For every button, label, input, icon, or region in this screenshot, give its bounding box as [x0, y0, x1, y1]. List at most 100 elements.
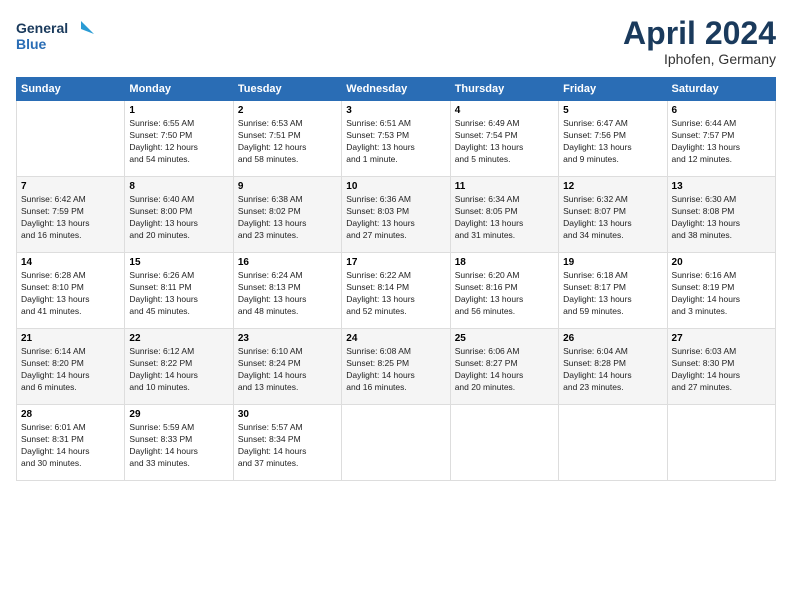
week-row-3: 14 Sunrise: 6:28 AM Sunset: 8:10 PM Dayli…	[17, 253, 776, 329]
day-info: Sunrise: 6:55 AM Sunset: 7:50 PM Dayligh…	[129, 118, 228, 166]
day-number: 10	[346, 181, 445, 192]
day-info: Sunrise: 6:40 AM Sunset: 8:00 PM Dayligh…	[129, 194, 228, 242]
day-info: Sunrise: 6:51 AM Sunset: 7:53 PM Dayligh…	[346, 118, 445, 166]
calendar-cell: 9Sunrise: 6:38 AM Sunset: 8:02 PM Daylig…	[233, 177, 341, 253]
calendar-cell: 27Sunrise: 6:03 AM Sunset: 8:30 PM Dayli…	[667, 329, 775, 405]
logo-svg: General Blue	[16, 16, 96, 56]
calendar-cell: 1 Sunrise: 6:55 AM Sunset: 7:50 PM Daylig…	[125, 101, 233, 177]
day-info: Sunrise: 5:59 AM Sunset: 8:33 PM Dayligh…	[129, 422, 228, 470]
day-number: 2	[238, 105, 337, 116]
calendar-cell	[559, 405, 667, 481]
calendar-cell: 13 Sunrise: 6:30 AM Sunset: 8:08 PM Dayli…	[667, 177, 775, 253]
day-info: Sunrise: 6:44 AM Sunset: 7:57 PM Dayligh…	[672, 118, 771, 166]
day-number: 25	[455, 333, 554, 344]
calendar-cell: 5 Sunrise: 6:47 AM Sunset: 7:56 PM Daylig…	[559, 101, 667, 177]
calendar-cell: 8 Sunrise: 6:40 AM Sunset: 8:00 PM Daylig…	[125, 177, 233, 253]
day-number: 14	[21, 257, 120, 268]
day-info: Sunrise: 6:32 AM Sunset: 8:07 PM Dayligh…	[563, 194, 662, 242]
calendar-cell: 18Sunrise: 6:20 AM Sunset: 8:16 PM Dayli…	[450, 253, 558, 329]
day-header-monday: Monday	[125, 78, 233, 101]
day-number: 22	[129, 333, 228, 344]
calendar-cell: 29 Sunrise: 5:59 AM Sunset: 8:33 PM Dayli…	[125, 405, 233, 481]
day-header-saturday: Saturday	[667, 78, 775, 101]
calendar-cell: 11Sunrise: 6:34 AM Sunset: 8:05 PM Dayli…	[450, 177, 558, 253]
calendar-table: SundayMondayTuesdayWednesdayThursdayFrid…	[16, 77, 776, 481]
day-number: 5	[563, 105, 662, 116]
week-row-2: 7 Sunrise: 6:42 AM Sunset: 7:59 PM Daylig…	[17, 177, 776, 253]
day-headers-row: SundayMondayTuesdayWednesdayThursdayFrid…	[17, 78, 776, 101]
calendar-cell: 12 Sunrise: 6:32 AM Sunset: 8:07 PM Dayli…	[559, 177, 667, 253]
calendar-cell: 22Sunrise: 6:12 AM Sunset: 8:22 PM Dayli…	[125, 329, 233, 405]
day-info: Sunrise: 6:06 AM Sunset: 8:27 PM Dayligh…	[455, 346, 554, 394]
calendar-cell: 25 Sunrise: 6:06 AM Sunset: 8:27 PM Dayli…	[450, 329, 558, 405]
day-number: 24	[346, 333, 445, 344]
day-info: Sunrise: 6:53 AM Sunset: 7:51 PM Dayligh…	[238, 118, 337, 166]
calendar-title: April 2024	[623, 16, 776, 51]
day-number: 13	[672, 181, 771, 192]
title-block: April 2024 Iphofen, Germany	[623, 16, 776, 67]
calendar-cell	[342, 405, 450, 481]
calendar-cell: 3 Sunrise: 6:51 AM Sunset: 7:53 PM Daylig…	[342, 101, 450, 177]
day-header-tuesday: Tuesday	[233, 78, 341, 101]
day-number: 4	[455, 105, 554, 116]
calendar-cell: 14 Sunrise: 6:28 AM Sunset: 8:10 PM Dayli…	[17, 253, 125, 329]
svg-text:Blue: Blue	[16, 36, 47, 52]
day-info: Sunrise: 6:34 AM Sunset: 8:05 PM Dayligh…	[455, 194, 554, 242]
logo: General Blue	[16, 16, 96, 56]
day-number: 3	[346, 105, 445, 116]
calendar-cell	[667, 405, 775, 481]
day-number: 29	[129, 409, 228, 420]
week-row-5: 28Sunrise: 6:01 AM Sunset: 8:31 PM Dayli…	[17, 405, 776, 481]
day-info: Sunrise: 6:42 AM Sunset: 7:59 PM Dayligh…	[21, 194, 120, 242]
calendar-cell: 4 Sunrise: 6:49 AM Sunset: 7:54 PM Daylig…	[450, 101, 558, 177]
calendar-cell: 30 Sunrise: 5:57 AM Sunset: 8:34 PM Dayli…	[233, 405, 341, 481]
day-number: 1	[129, 105, 228, 116]
day-number: 12	[563, 181, 662, 192]
day-info: Sunrise: 6:49 AM Sunset: 7:54 PM Dayligh…	[455, 118, 554, 166]
day-header-sunday: Sunday	[17, 78, 125, 101]
calendar-cell: 26 Sunrise: 6:04 AM Sunset: 8:28 PM Dayli…	[559, 329, 667, 405]
calendar-cell: 10 Sunrise: 6:36 AM Sunset: 8:03 PM Dayli…	[342, 177, 450, 253]
calendar-cell: 17 Sunrise: 6:22 AM Sunset: 8:14 PM Dayli…	[342, 253, 450, 329]
day-info: Sunrise: 6:10 AM Sunset: 8:24 PM Dayligh…	[238, 346, 337, 394]
calendar-cell: 21Sunrise: 6:14 AM Sunset: 8:20 PM Dayli…	[17, 329, 125, 405]
week-row-4: 21Sunrise: 6:14 AM Sunset: 8:20 PM Dayli…	[17, 329, 776, 405]
day-number: 19	[563, 257, 662, 268]
day-info: Sunrise: 6:28 AM Sunset: 8:10 PM Dayligh…	[21, 270, 120, 318]
week-row-1: 1 Sunrise: 6:55 AM Sunset: 7:50 PM Daylig…	[17, 101, 776, 177]
calendar-cell: 6 Sunrise: 6:44 AM Sunset: 7:57 PM Daylig…	[667, 101, 775, 177]
calendar-cell: 16Sunrise: 6:24 AM Sunset: 8:13 PM Dayli…	[233, 253, 341, 329]
day-number: 15	[129, 257, 228, 268]
day-number: 26	[563, 333, 662, 344]
day-number: 23	[238, 333, 337, 344]
day-header-friday: Friday	[559, 78, 667, 101]
day-info: Sunrise: 6:47 AM Sunset: 7:56 PM Dayligh…	[563, 118, 662, 166]
page: General Blue April 2024 Iphofen, Germany…	[0, 0, 792, 491]
svg-text:General: General	[16, 20, 68, 36]
day-number: 6	[672, 105, 771, 116]
calendar-cell: 24Sunrise: 6:08 AM Sunset: 8:25 PM Dayli…	[342, 329, 450, 405]
day-info: Sunrise: 6:26 AM Sunset: 8:11 PM Dayligh…	[129, 270, 228, 318]
day-info: Sunrise: 6:16 AM Sunset: 8:19 PM Dayligh…	[672, 270, 771, 318]
calendar-cell: 19 Sunrise: 6:18 AM Sunset: 8:17 PM Dayli…	[559, 253, 667, 329]
day-info: Sunrise: 6:24 AM Sunset: 8:13 PM Dayligh…	[238, 270, 337, 318]
day-info: Sunrise: 6:14 AM Sunset: 8:20 PM Dayligh…	[21, 346, 120, 394]
calendar-cell: 15 Sunrise: 6:26 AM Sunset: 8:11 PM Dayli…	[125, 253, 233, 329]
day-info: Sunrise: 6:04 AM Sunset: 8:28 PM Dayligh…	[563, 346, 662, 394]
calendar-cell: 20 Sunrise: 6:16 AM Sunset: 8:19 PM Dayli…	[667, 253, 775, 329]
day-number: 17	[346, 257, 445, 268]
day-number: 8	[129, 181, 228, 192]
calendar-cell: 28Sunrise: 6:01 AM Sunset: 8:31 PM Dayli…	[17, 405, 125, 481]
day-info: Sunrise: 6:36 AM Sunset: 8:03 PM Dayligh…	[346, 194, 445, 242]
calendar-subtitle: Iphofen, Germany	[623, 51, 776, 67]
day-info: Sunrise: 6:30 AM Sunset: 8:08 PM Dayligh…	[672, 194, 771, 242]
day-number: 7	[21, 181, 120, 192]
day-info: Sunrise: 6:38 AM Sunset: 8:02 PM Dayligh…	[238, 194, 337, 242]
day-info: Sunrise: 6:22 AM Sunset: 8:14 PM Dayligh…	[346, 270, 445, 318]
day-info: Sunrise: 5:57 AM Sunset: 8:34 PM Dayligh…	[238, 422, 337, 470]
calendar-cell	[450, 405, 558, 481]
day-info: Sunrise: 6:03 AM Sunset: 8:30 PM Dayligh…	[672, 346, 771, 394]
day-number: 20	[672, 257, 771, 268]
day-number: 30	[238, 409, 337, 420]
day-info: Sunrise: 6:18 AM Sunset: 8:17 PM Dayligh…	[563, 270, 662, 318]
